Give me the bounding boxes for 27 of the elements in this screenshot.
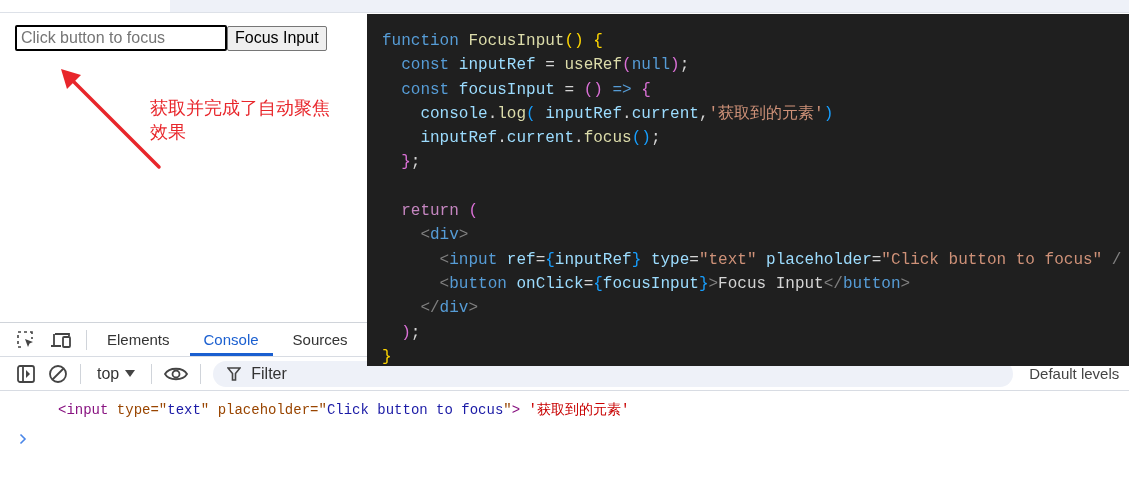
code-line: }; xyxy=(400,152,422,174)
code-line: ); xyxy=(400,322,422,344)
devtools-tab[interactable]: Console xyxy=(189,323,273,356)
annotation-text: 获取并完成了自动聚焦效果 xyxy=(150,96,331,144)
inspect-icon[interactable] xyxy=(16,329,36,350)
caret-icon xyxy=(125,369,136,378)
filter-icon xyxy=(227,366,242,381)
sidebar-icon[interactable] xyxy=(16,363,36,384)
text-input[interactable]: Click button to focus xyxy=(15,25,227,51)
clear-console-icon[interactable] xyxy=(48,363,68,384)
devtools-tab[interactable]: Sources xyxy=(278,323,362,356)
console-log-entry: <input type="text" placeholder="Click button to focus"> '获取到的元素' xyxy=(58,401,631,419)
code-line: </div> xyxy=(419,298,480,320)
log-levels-dropdown[interactable]: Default levels xyxy=(1029,365,1120,382)
devtools-tab[interactable]: Elements xyxy=(93,323,184,356)
code-line: inputRef.current.focus(); xyxy=(419,128,662,150)
focus-input-button[interactable]: Focus Input xyxy=(227,25,327,51)
code-line: <div> xyxy=(419,225,470,247)
context-dropdown[interactable]: top xyxy=(93,364,140,383)
code-line: console.log( inputRef.current,'获取到的元素') xyxy=(419,103,835,125)
code-line: <input ref={inputRef} type="text" placeholder="Click button to focus" / xyxy=(438,249,1123,271)
code-line: <button onClick={focusInput}>Focus Input</button> xyxy=(438,273,912,295)
code-line: function FocusInput() { xyxy=(382,31,604,52)
prompt-chevron-icon xyxy=(19,433,27,445)
code-line: return ( xyxy=(400,201,479,223)
code-line: const inputRef = useRef(null); xyxy=(400,55,691,77)
code-line: const focusInput = () => { xyxy=(400,79,652,101)
